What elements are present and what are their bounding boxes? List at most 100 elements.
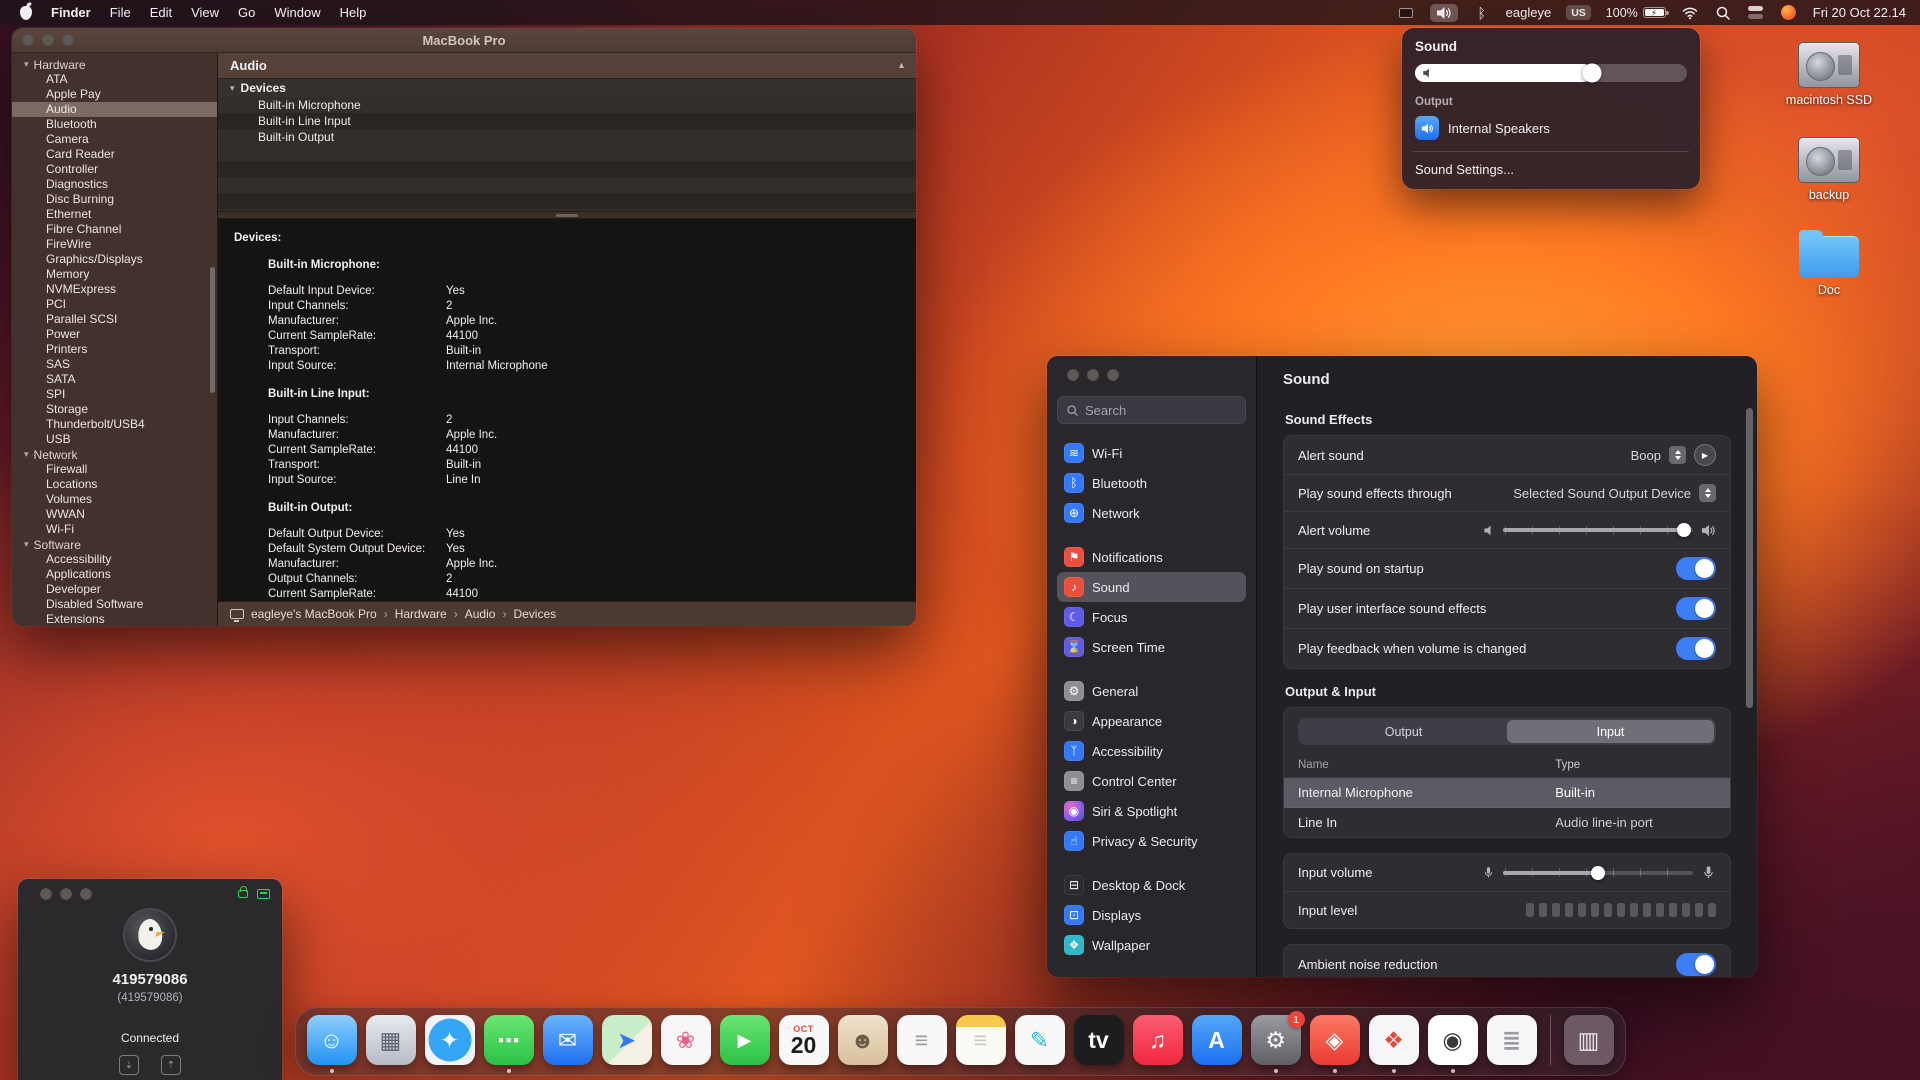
settings-item-appearance[interactable]: ◑ Appearance	[1057, 706, 1246, 736]
dock-notes[interactable]: ≡	[956, 1015, 1006, 1065]
sysinfo-sidebar-item[interactable]: Accessibility	[12, 552, 217, 567]
sysinfo-sidebar-item[interactable]: Disc Burning	[12, 192, 217, 207]
sysinfo-sidebar-item[interactable]: Wi-Fi	[12, 522, 217, 537]
sidebar-scrollbar[interactable]	[210, 267, 215, 393]
dock-divider[interactable]	[1550, 1015, 1551, 1065]
breadcrumb-item[interactable]: Devices	[495, 607, 556, 621]
sysinfo-sidebar-group[interactable]: ▾ Software	[12, 537, 217, 552]
zoom-button[interactable]	[80, 888, 92, 900]
screen-mirroring-icon[interactable]	[1397, 4, 1415, 22]
settings-item-displays[interactable]: ⊡ Displays	[1057, 900, 1246, 930]
sysinfo-sidebar-item[interactable]: SAS	[12, 357, 217, 372]
dock-calendar[interactable]: OCT 20	[779, 1015, 829, 1065]
input-source-menu[interactable]: US	[1566, 5, 1591, 20]
sysinfo-sidebar-item[interactable]: Graphics/Displays	[12, 252, 217, 267]
settings-item-bluetooth[interactable]: ᛒ Bluetooth	[1057, 468, 1246, 498]
dock-reminders[interactable]: ≡	[897, 1015, 947, 1065]
pane-resize-handle[interactable]	[218, 211, 916, 219]
sysinfo-sidebar-item[interactable]: Disabled Software	[12, 597, 217, 612]
settings-item-notifications[interactable]: ⚑ Notifications	[1057, 542, 1246, 572]
sysinfo-sidebar-item[interactable]: WWAN	[12, 507, 217, 522]
device-details-pane[interactable]: Devices: Built-in Microphone: Default In…	[218, 219, 916, 601]
sysinfo-sidebar-item[interactable]: Firewall	[12, 462, 217, 477]
settings-item-control-center[interactable]: ≡ Control Center	[1057, 766, 1246, 796]
device-tree-item[interactable]: Built-in Microphone	[218, 97, 916, 113]
settings-item-focus[interactable]: ☾ Focus	[1057, 602, 1246, 632]
sysinfo-sidebar-item[interactable]: Camera	[12, 132, 217, 147]
breadcrumb-item[interactable]: Hardware	[377, 607, 447, 621]
sysinfo-sidebar-item[interactable]: SPI	[12, 387, 217, 402]
sysinfo-sidebar-item[interactable]: Memory	[12, 267, 217, 282]
menu-item[interactable]: Help	[340, 5, 367, 20]
dock-safari[interactable]: ✦	[425, 1015, 475, 1065]
breadcrumb-item[interactable]: eagleye's MacBook Pro	[251, 607, 377, 621]
sysinfo-sidebar-item[interactable]: Storage	[12, 402, 217, 417]
sound-settings-link[interactable]: Sound Settings...	[1415, 162, 1687, 177]
dock-finder[interactable]: ☺	[307, 1015, 357, 1065]
dock-messages[interactable]: ⋯	[484, 1015, 534, 1065]
input-volume-slider[interactable]	[1503, 864, 1693, 882]
sysinfo-sidebar-item[interactable]: Fibre Channel	[12, 222, 217, 237]
sysinfo-sidebar-item[interactable]: NVMExpress	[12, 282, 217, 297]
close-button[interactable]	[1067, 369, 1079, 381]
toggle-switch[interactable]	[1676, 557, 1716, 580]
settings-item-network[interactable]: ⊕ Network	[1057, 498, 1246, 528]
menu-item[interactable]: Window	[274, 5, 320, 20]
dock-client-app[interactable]: ◉	[1428, 1015, 1478, 1065]
volume-slider[interactable]	[1415, 63, 1687, 83]
remote-screen-icon[interactable]	[257, 889, 270, 899]
desktop-icon-backup[interactable]: backup	[1798, 137, 1860, 202]
dock-contacts[interactable]: ☻	[838, 1015, 888, 1065]
sysinfo-sidebar-item[interactable]: Bluetooth	[12, 117, 217, 132]
toggle-switch[interactable]	[1676, 637, 1716, 660]
settings-search-field[interactable]: Search	[1057, 396, 1246, 424]
sysinfo-sidebar-item[interactable]: Apple Pay	[12, 87, 217, 102]
sysinfo-sidebar-item[interactable]: Ethernet	[12, 207, 217, 222]
sysinfo-sidebar-group[interactable]: ▾ Hardware	[12, 57, 217, 72]
output-device-row[interactable]: Internal Speakers	[1415, 116, 1687, 140]
collapse-icon[interactable]: ▴	[899, 60, 904, 71]
alert-sound-play-button[interactable]: ▶	[1694, 444, 1716, 466]
dock-photos[interactable]: ❀	[661, 1015, 711, 1065]
minimize-button[interactable]	[1087, 369, 1099, 381]
sysinfo-sidebar-item[interactable]: Card Reader	[12, 147, 217, 162]
menu-bar-clock[interactable]: Fri 20 Oct 22.14	[1813, 5, 1906, 20]
slider-thumb[interactable]	[1591, 866, 1605, 880]
sysinfo-sidebar-item[interactable]: Audio	[12, 102, 217, 117]
sysinfo-sidebar-item[interactable]: Diagnostics	[12, 177, 217, 192]
dock-facetime[interactable]: ►	[720, 1015, 770, 1065]
devices-tree-root[interactable]: ▾ Devices	[218, 79, 916, 97]
sysinfo-sidebar-item[interactable]: Applications	[12, 567, 217, 582]
settings-item-desktop-dock[interactable]: ⊟ Desktop & Dock	[1057, 870, 1246, 900]
sound-menu-icon[interactable]	[1430, 4, 1458, 22]
battery-indicator[interactable]: 100% ⚡	[1606, 6, 1666, 20]
toggle-switch[interactable]	[1676, 597, 1716, 620]
menu-item[interactable]: Go	[238, 5, 255, 20]
sysinfo-sidebar-item[interactable]: Developer	[12, 582, 217, 597]
sysinfo-sidebar-item[interactable]: Volumes	[12, 492, 217, 507]
settings-item-screen-time[interactable]: ⌛ Screen Time	[1057, 632, 1246, 662]
control-center-icon[interactable]	[1747, 4, 1765, 22]
settings-item-general[interactable]: ⚙ General	[1057, 676, 1246, 706]
settings-item-siri[interactable]: ◉ Siri & Spotlight	[1057, 796, 1246, 826]
tab-output[interactable]: Output	[1300, 720, 1507, 743]
dock-music[interactable]: ♫	[1133, 1015, 1183, 1065]
dock-freeform[interactable]: ✎	[1015, 1015, 1065, 1065]
sysinfo-sidebar-item[interactable]: Extensions	[12, 612, 217, 626]
desktop-icon-macintosh-ssd[interactable]: macintosh SSD	[1786, 42, 1872, 107]
dock-mail[interactable]: ✉	[543, 1015, 593, 1065]
close-button[interactable]	[40, 888, 52, 900]
sysinfo-sidebar-group[interactable]: ▾ Network	[12, 447, 217, 462]
slider-thumb[interactable]	[1677, 523, 1691, 537]
slider-thumb[interactable]	[1582, 64, 1601, 83]
bluetooth-icon[interactable]: ᛒ	[1473, 4, 1491, 22]
spotlight-icon[interactable]	[1714, 4, 1732, 22]
sysinfo-sidebar-item[interactable]: Thunderbolt/USB4	[12, 417, 217, 432]
dock-anydesk[interactable]: ◈	[1310, 1015, 1360, 1065]
siri-icon[interactable]	[1780, 4, 1798, 22]
alert-sound-stepper[interactable]	[1669, 446, 1686, 464]
sysinfo-sidebar-item[interactable]: PCI	[12, 297, 217, 312]
settings-item-sound[interactable]: ♪ Sound	[1057, 572, 1246, 602]
sysinfo-sidebar-item[interactable]: Controller	[12, 162, 217, 177]
wifi-icon[interactable]	[1681, 4, 1699, 22]
